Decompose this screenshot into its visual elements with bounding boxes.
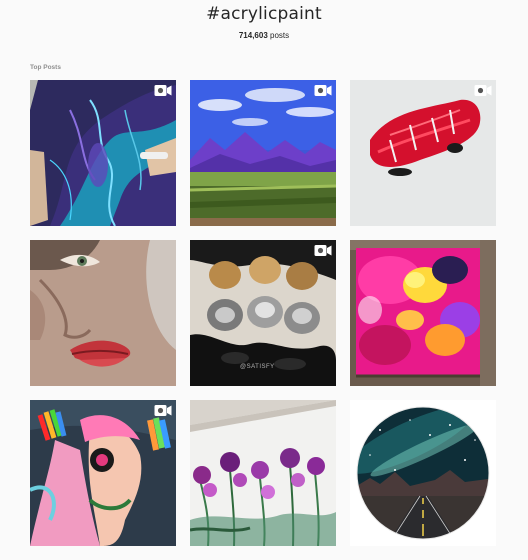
post-image: [30, 400, 176, 546]
post-tile-2[interactable]: [190, 80, 336, 226]
post-image: [350, 240, 496, 386]
video-icon: [474, 85, 492, 96]
post-image: [350, 80, 496, 226]
hashtag-title: #acrylicpaint: [206, 4, 322, 24]
post-tile-7[interactable]: [30, 400, 176, 546]
post-tile-3[interactable]: [350, 80, 496, 226]
video-icon: [314, 85, 332, 96]
video-icon: [154, 405, 172, 416]
video-icon: [154, 85, 172, 96]
post-image: [190, 80, 336, 226]
post-tile-4[interactable]: [30, 240, 176, 386]
post-image: [30, 80, 176, 226]
post-image: [350, 400, 496, 546]
post-image: [30, 240, 176, 386]
post-count-suffix: posts: [270, 31, 290, 40]
post-count-number: 714,603: [238, 31, 268, 40]
post-tile-5[interactable]: @SATISFY: [190, 240, 336, 386]
post-tile-9[interactable]: [350, 400, 496, 546]
post-tile-1[interactable]: [30, 80, 176, 226]
section-label-top-posts: Top Posts: [30, 64, 61, 71]
post-count: 714,603 posts: [0, 31, 528, 40]
post-tile-8[interactable]: [190, 400, 336, 546]
post-tile-6[interactable]: [350, 240, 496, 386]
post-watermark: @SATISFY: [240, 364, 275, 370]
video-icon: [314, 245, 332, 256]
post-image: [190, 400, 336, 546]
